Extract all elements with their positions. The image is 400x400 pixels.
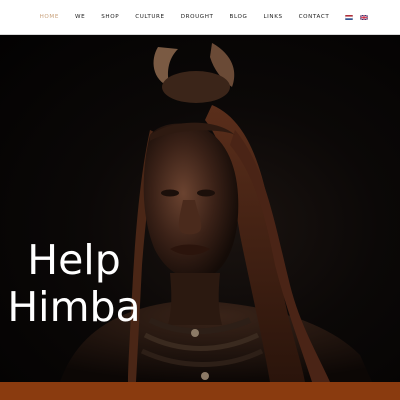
hero-heading-line-1: Help (27, 236, 121, 284)
nav-item-shop[interactable]: SHOP (93, 0, 127, 34)
nav-menu: HOME WE SHOP CULTURE DROUGHT BLOG LINKS … (32, 0, 338, 34)
nav-item-we[interactable]: WE (67, 0, 93, 34)
nav-item-contact[interactable]: CONTACT (291, 0, 338, 34)
nav-item-home[interactable]: HOME (32, 0, 67, 34)
footer-color-bar (0, 382, 400, 400)
nav-item-drought[interactable]: DROUGHT (173, 0, 222, 34)
dutch-flag-icon[interactable] (345, 14, 354, 20)
top-navigation-bar: HOME WE SHOP CULTURE DROUGHT BLOG LINKS … (0, 0, 400, 35)
language-switcher (345, 14, 369, 20)
hero-banner: Help Himba (0, 35, 400, 382)
nav-item-culture[interactable]: CULTURE (127, 0, 172, 34)
uk-flag-icon[interactable] (360, 14, 369, 20)
nav-item-blog[interactable]: BLOG (222, 0, 256, 34)
hero-heading: Help Himba (4, 237, 144, 331)
nav-item-links[interactable]: LINKS (255, 0, 290, 34)
hero-heading-line-2: Himba (7, 283, 141, 331)
